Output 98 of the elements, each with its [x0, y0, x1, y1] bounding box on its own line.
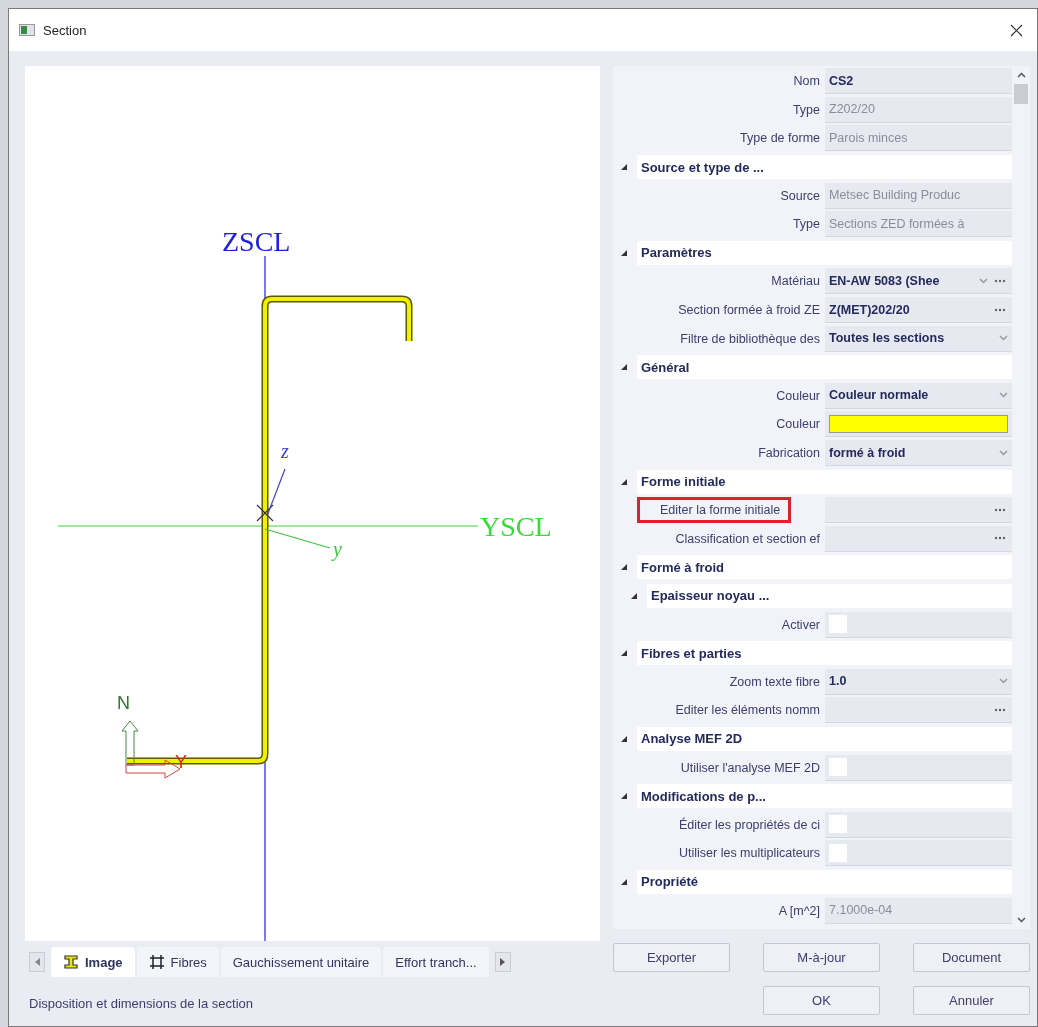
property-label: Nom [793, 74, 821, 89]
property-value: Toutes les sections [829, 331, 946, 346]
property-value: Parois minces [829, 131, 909, 145]
checkbox[interactable] [829, 758, 847, 777]
checkbox[interactable] [829, 815, 847, 834]
expanded-triangle-icon[interactable] [621, 878, 627, 885]
scroll-up-icon[interactable] [1016, 72, 1026, 78]
group-header[interactable]: Général [637, 355, 1012, 380]
group-header[interactable]: Formé à froid [637, 555, 1012, 580]
property-value: Z202/20 [829, 102, 876, 117]
ellipsis-icon[interactable] [994, 507, 1006, 512]
axis-label: N [117, 693, 130, 713]
property-label: Activer [781, 617, 821, 632]
action-button[interactable]: Document [913, 943, 1030, 972]
property-label: A [m^2] [778, 903, 821, 918]
chevron-down-icon[interactable] [999, 678, 1008, 685]
ellipsis-icon[interactable] [994, 536, 1006, 541]
property-label: Fabrication [758, 446, 821, 460]
expanded-triangle-icon[interactable] [621, 735, 627, 742]
group-header[interactable]: Source et type de ... [637, 155, 1012, 180]
expanded-triangle-icon[interactable] [621, 650, 627, 657]
local-y-axis-line [264, 528, 331, 549]
property-label: Source [780, 188, 821, 203]
centroid-cross [256, 504, 274, 522]
property-label: Editer la forme initiale [637, 497, 792, 524]
property-label: Type [792, 102, 821, 117]
axis-label: YSCL [480, 511, 552, 542]
property-value: Metsec Building Produc [829, 188, 962, 203]
scroll-left-button[interactable] [29, 952, 45, 972]
caret-right-icon[interactable] [500, 958, 506, 966]
caret-left-icon[interactable] [34, 958, 40, 966]
group-header[interactable]: Fibres et parties [637, 641, 1012, 666]
property-value: 1.0 [829, 674, 848, 689]
ellipsis-icon[interactable] [994, 278, 1006, 283]
expanded-triangle-icon[interactable] [621, 249, 627, 256]
property-value: Z(MET)202/20 [829, 302, 911, 317]
property-label: Zoom texte fibre [729, 674, 821, 689]
property-label: Filtre de bibliothèque des [680, 331, 821, 346]
frame-icon [148, 954, 165, 970]
expanded-triangle-icon[interactable] [621, 478, 627, 485]
dialog-button[interactable]: OK [763, 986, 880, 1015]
property-label: Éditer les propriétés de ci [678, 817, 821, 832]
window-title: Section [43, 22, 88, 38]
expanded-triangle-icon[interactable] [631, 593, 637, 599]
property-label: Utiliser les multiplicateurs [679, 846, 821, 861]
property-label: Type de forme [740, 131, 821, 146]
action-button[interactable]: M-à-jour [763, 943, 880, 972]
axis-label: Y [175, 752, 187, 772]
property-label: Utiliser l'analyse MEF 2D [680, 760, 821, 775]
property-label: Matériau [771, 274, 821, 289]
property-label: Classification et section ef [675, 531, 821, 546]
expanded-triangle-icon[interactable] [621, 793, 627, 800]
expanded-triangle-icon[interactable] [621, 564, 627, 571]
action-button[interactable]: Exporter [613, 943, 730, 972]
i-beam-icon [63, 954, 79, 970]
axis-label: y [333, 538, 342, 560]
ellipsis-icon[interactable] [994, 307, 1006, 312]
expanded-triangle-icon[interactable] [621, 164, 627, 171]
up-arrow [121, 720, 139, 766]
window-icon [19, 24, 35, 36]
property-label: Editer les éléments nomm [675, 703, 821, 718]
tab[interactable]: Effort tranch... [383, 947, 489, 977]
property-value: formé à froid [829, 445, 907, 460]
color-swatch[interactable] [829, 414, 1008, 433]
property-value: Couleur normale [829, 388, 930, 403]
chevron-down-icon[interactable] [999, 335, 1008, 342]
property-label: Couleur [776, 388, 821, 403]
checkbox[interactable] [829, 615, 847, 634]
group-header[interactable]: Modifications de p... [637, 784, 1012, 809]
axis-label: z [281, 440, 289, 462]
checkbox[interactable] [829, 843, 847, 862]
local-z-axis-line [266, 468, 286, 517]
property-value: Sections ZED formées à [829, 216, 966, 231]
dialog-button[interactable]: Annuler [913, 986, 1030, 1015]
group-header[interactable]: Analyse MEF 2D [637, 726, 1012, 751]
chevron-down-icon[interactable] [999, 449, 1008, 456]
property-value: CS2 [829, 73, 855, 88]
ellipsis-icon[interactable] [994, 707, 1006, 712]
property-value: 7.1000e-04 [829, 903, 894, 917]
chevron-down-icon[interactable] [979, 277, 988, 284]
scrollbar-thumb[interactable] [1014, 84, 1028, 104]
group-header[interactable]: Paramètres [637, 240, 1012, 265]
tab[interactable]: Fibres [136, 947, 219, 977]
property-value: EN-AW 5083 (Shee [829, 273, 941, 288]
tab[interactable]: Gauchissement unitaire [220, 947, 382, 977]
scroll-down-icon[interactable] [1016, 917, 1026, 923]
group-header[interactable]: Propriété [637, 869, 1012, 894]
axis-label: ZSCL [222, 226, 291, 257]
status-text: Disposition et dimensions de la section [28, 995, 254, 1011]
group-header[interactable]: Epaisseur noyau ... [647, 584, 1012, 608]
tab[interactable]: Image [51, 947, 135, 977]
chevron-down-icon[interactable] [999, 392, 1008, 399]
scroll-right-button[interactable] [494, 952, 511, 972]
property-label: Type [792, 217, 821, 232]
property-label: Couleur [776, 417, 821, 432]
property-label: Section formée à froid ZE [678, 303, 821, 318]
expanded-triangle-icon[interactable] [621, 364, 627, 371]
group-header[interactable]: Forme initiale [637, 469, 1012, 494]
